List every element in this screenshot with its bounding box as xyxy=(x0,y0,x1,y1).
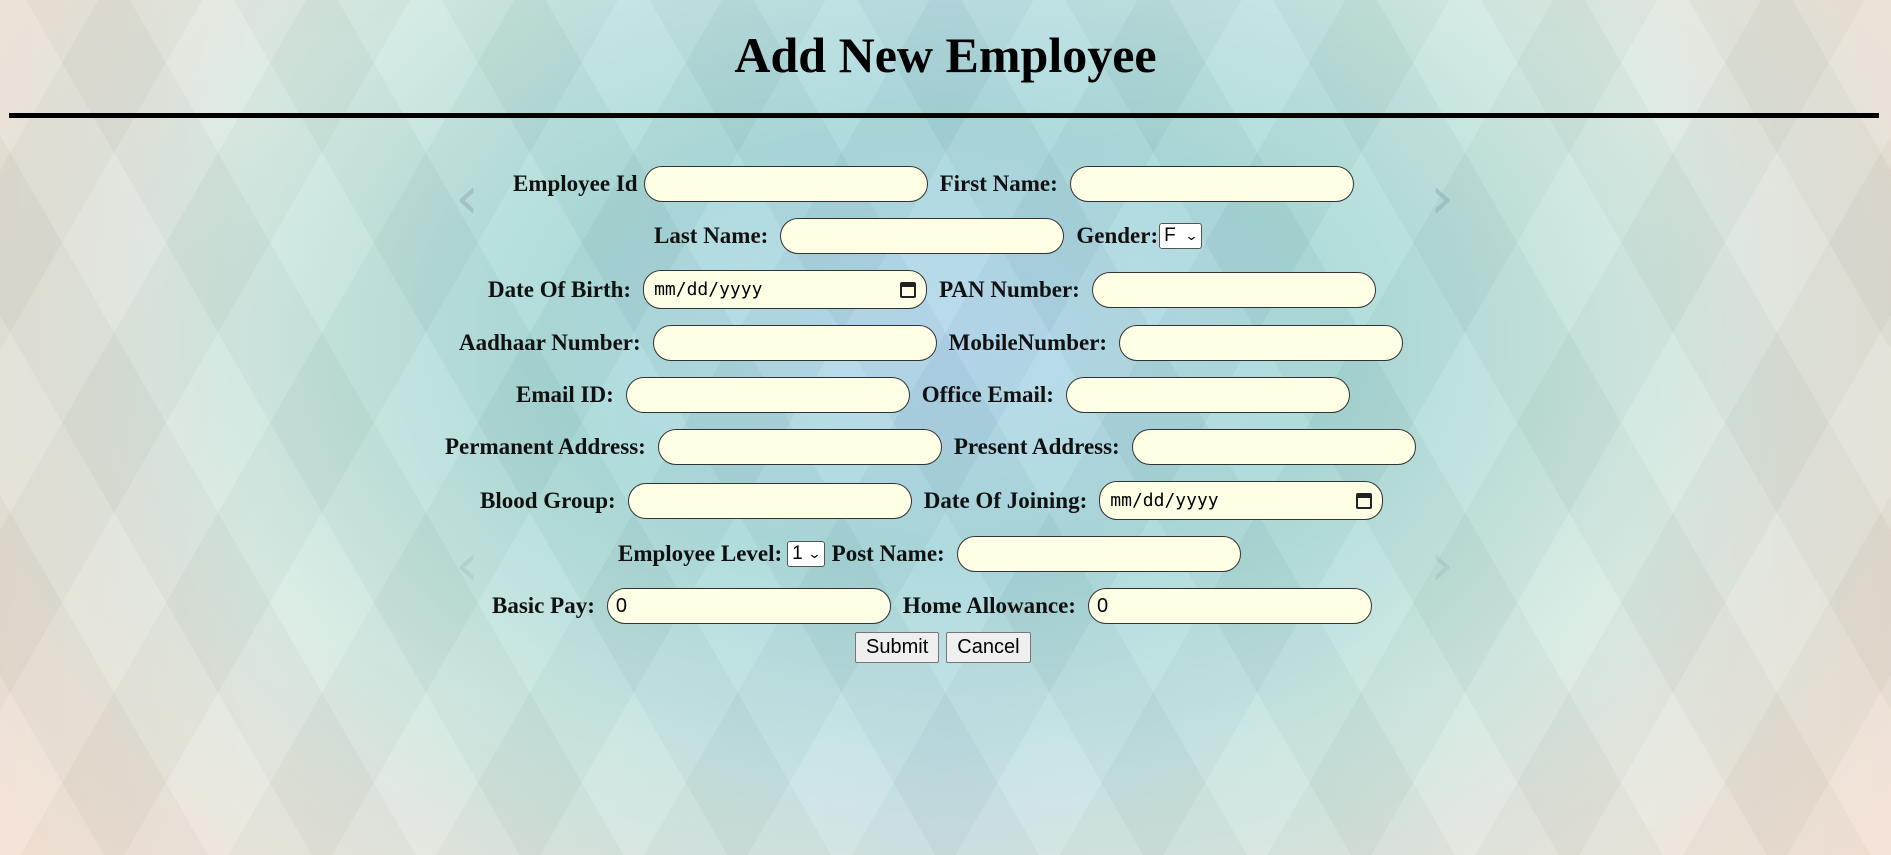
gender-selected-value: F xyxy=(1164,225,1176,246)
form-row-2: Last Name: Gender: F ⌄ xyxy=(654,218,1202,254)
aadhaar-number-input[interactable] xyxy=(652,325,937,361)
mobile-number-label: MobileNumber: xyxy=(948,330,1108,355)
permanent-address-label: Permanent Address: xyxy=(445,434,646,459)
office-email-input[interactable] xyxy=(1065,377,1350,413)
post-name-label: Post Name: xyxy=(831,541,945,566)
home-allowance-label: Home Allowance: xyxy=(902,593,1076,618)
employee-level-label: Employee Level: xyxy=(618,541,783,566)
form-row-6: Permanent Address: Present Address: xyxy=(445,429,1416,465)
present-address-input[interactable] xyxy=(1131,429,1416,465)
present-address-label: Present Address: xyxy=(953,434,1120,459)
chevron-right-icon: › xyxy=(1430,530,1454,600)
date-of-birth-input[interactable]: mm/dd/yyyy xyxy=(643,270,928,309)
email-id-label: Email ID: xyxy=(516,382,614,407)
home-allowance-input[interactable] xyxy=(1087,588,1372,624)
calendar-icon[interactable] xyxy=(900,281,917,298)
form-row-4: Aadhaar Number: MobileNumber: xyxy=(459,325,1404,361)
form-actions: Submit Cancel xyxy=(855,632,1031,663)
chevron-right-icon: › xyxy=(1430,163,1454,233)
date-of-joining-input[interactable]: mm/dd/yyyy xyxy=(1099,481,1384,520)
page-header: Add New Employee xyxy=(0,0,1891,120)
header-divider xyxy=(9,113,1879,118)
first-name-label: First Name: xyxy=(939,171,1058,196)
page-title: Add New Employee xyxy=(734,27,1157,83)
date-of-birth-placeholder: mm/dd/yyyy xyxy=(654,279,763,300)
blood-group-input[interactable] xyxy=(627,482,912,519)
first-name-input[interactable] xyxy=(1069,166,1354,202)
pan-number-label: PAN Number: xyxy=(939,276,1080,302)
basic-pay-input[interactable] xyxy=(606,588,891,624)
chevron-left-icon: ‹ xyxy=(455,163,479,233)
chevron-down-icon: ⌄ xyxy=(1184,228,1199,244)
form-row-7: Blood Group: Date Of Joining: mm/dd/yyyy xyxy=(480,481,1384,520)
chevron-left-icon: ‹ xyxy=(455,530,479,600)
aadhaar-number-label: Aadhaar Number: xyxy=(459,330,641,355)
last-name-input[interactable] xyxy=(780,218,1065,254)
basic-pay-label: Basic Pay: xyxy=(492,593,595,618)
form-row-3: Date Of Birth: mm/dd/yyyy PAN Number: xyxy=(488,270,1376,309)
date-of-joining-label: Date Of Joining: xyxy=(923,487,1088,513)
date-of-birth-label: Date Of Birth: xyxy=(488,276,632,302)
email-id-input[interactable] xyxy=(625,377,910,413)
date-of-joining-placeholder: mm/dd/yyyy xyxy=(1110,490,1219,511)
form-row-8: Employee Level: 1 ⌄ Post Name: xyxy=(618,536,1241,572)
last-name-label: Last Name: xyxy=(654,223,769,248)
form-row-5: Email ID: Office Email: xyxy=(516,377,1350,413)
gender-select[interactable]: F ⌄ xyxy=(1159,223,1202,249)
blood-group-label: Blood Group: xyxy=(480,487,616,513)
permanent-address-input[interactable] xyxy=(657,429,942,465)
mobile-number-input[interactable] xyxy=(1119,325,1404,361)
form-row-9: Basic Pay: Home Allowance: xyxy=(492,588,1372,624)
office-email-label: Office Email: xyxy=(921,382,1054,407)
submit-button[interactable]: Submit xyxy=(855,632,940,663)
cancel-button[interactable]: Cancel xyxy=(946,632,1031,663)
post-name-input[interactable] xyxy=(956,536,1241,572)
gender-label: Gender: xyxy=(1076,223,1159,248)
calendar-icon[interactable] xyxy=(1356,492,1373,509)
form-row-1: Employee Id First Name: xyxy=(513,166,1354,202)
employee-id-label: Employee Id xyxy=(513,171,638,196)
employee-level-selected-value: 1 xyxy=(792,543,803,564)
employee-level-select[interactable]: 1 ⌄ xyxy=(787,541,825,567)
chevron-down-icon: ⌄ xyxy=(807,546,822,562)
employee-id-input[interactable] xyxy=(643,166,928,202)
pan-number-input[interactable] xyxy=(1091,271,1376,308)
